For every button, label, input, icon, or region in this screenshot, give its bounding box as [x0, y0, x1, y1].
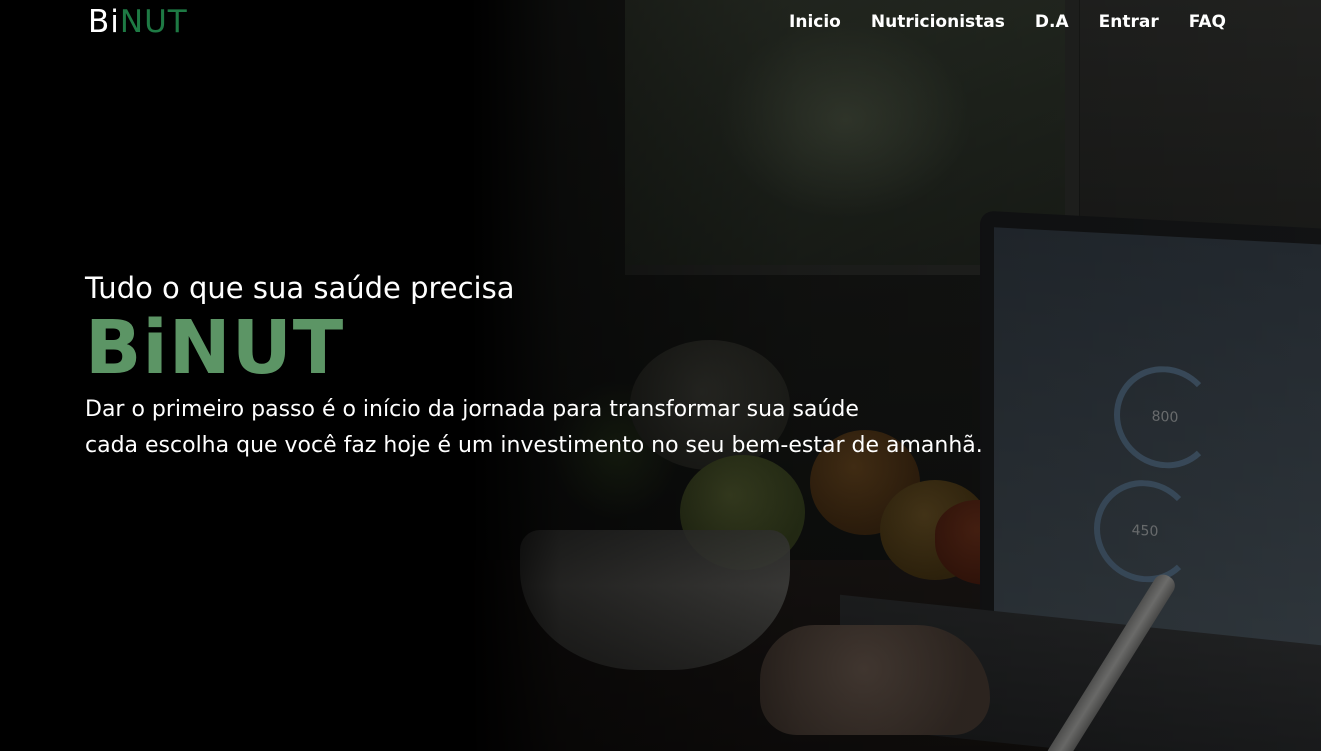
- nav-link-faq[interactable]: FAQ: [1189, 10, 1226, 34]
- nav-link-nutricionistas[interactable]: Nutricionistas: [871, 10, 1005, 34]
- nav-link-entrar[interactable]: Entrar: [1099, 10, 1159, 34]
- navbar: BiNUT Inicio Nutricionistas D.A Entrar F…: [0, 0, 1321, 44]
- logo[interactable]: BiNUT: [88, 2, 188, 42]
- hero-content: Tudo o que sua saúde precisa BiNUT Dar o…: [85, 268, 983, 464]
- hero-tagline: Tudo o que sua saúde precisa: [85, 271, 515, 305]
- hero-brand-title: BiNUT: [85, 305, 345, 391]
- hero-description-line-1: Dar o primeiro passo é o início da jorna…: [85, 397, 859, 422]
- hero-section: 800 450 BiNUT Inicio Nutricionistas D.A …: [0, 0, 1321, 751]
- nav-links: Inicio Nutricionistas D.A Entrar FAQ: [789, 10, 1226, 34]
- nav-link-inicio[interactable]: Inicio: [789, 10, 841, 34]
- hero-description: Dar o primeiro passo é o início da jorna…: [85, 392, 983, 464]
- hero-description-line-2: cada escolha que você faz hoje é um inve…: [85, 433, 983, 458]
- logo-part-bi: Bi: [88, 4, 120, 40]
- nav-link-da[interactable]: D.A: [1035, 10, 1069, 34]
- logo-part-nut: NUT: [119, 4, 188, 40]
